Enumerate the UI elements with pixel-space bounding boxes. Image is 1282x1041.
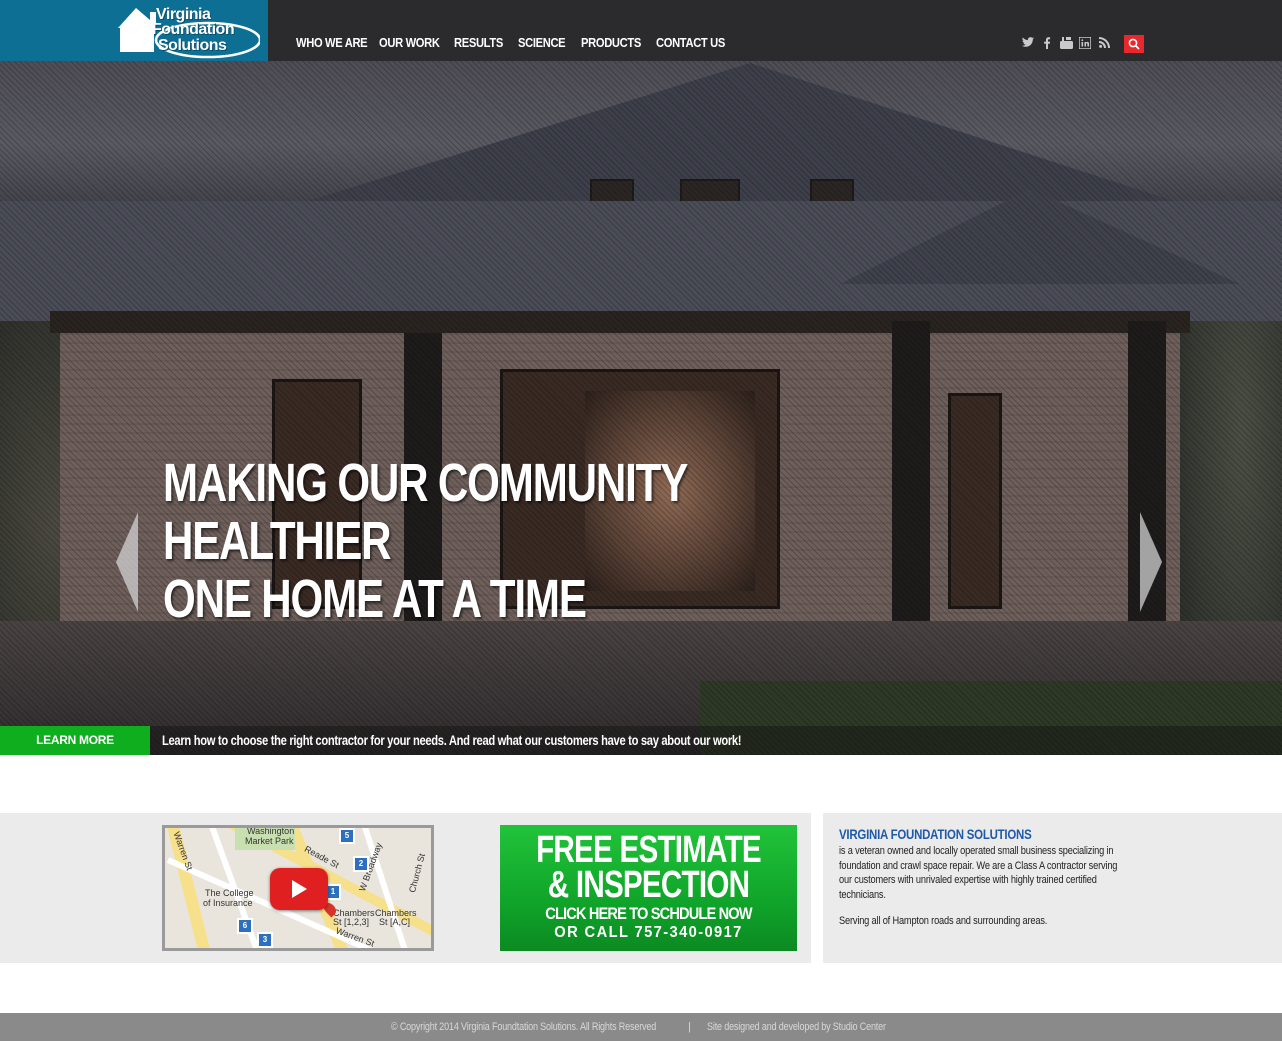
learn-more-button[interactable]: LEARN MORE	[0, 726, 150, 755]
footer-separator: |	[688, 1021, 691, 1033]
about-title: VIRGINIA FOUNDATION SOLUTIONS	[839, 826, 1032, 842]
map-label: of Insurance	[203, 898, 253, 908]
map-pin: 3	[257, 932, 273, 948]
linkedin-icon[interactable]	[1078, 36, 1092, 50]
about-service-area: Serving all of Hampton roads and surroun…	[839, 915, 1048, 927]
slider-prev-arrow[interactable]	[116, 512, 138, 612]
twitter-icon[interactable]	[1022, 37, 1034, 49]
youtube-icon[interactable]	[1060, 37, 1073, 49]
about-description: is a veteran owned and locally operated …	[839, 845, 1118, 901]
site-logo[interactable]: Virginia Foundation Solutions	[0, 0, 268, 61]
estimate-schedule-text: CLICK HERE TO SCHDULE NOW	[545, 904, 752, 923]
hero-headline-line1: MAKING OUR COMMUNITY	[163, 453, 688, 513]
hero-headline: MAKING OUR COMMUNITY HEALTHIER ONE HOME …	[163, 453, 688, 629]
hero-headline-line3: ONE HOME AT A TIME	[163, 569, 587, 629]
nav-contact-us[interactable]: CONTACT US	[656, 35, 725, 50]
rss-icon[interactable]	[1098, 37, 1110, 49]
main-nav: WHO WE ARE OUR WORK RESULTS SCIENCE PROD…	[296, 35, 736, 50]
estimate-phone-text: OR CALL 757-340-0917	[554, 924, 743, 941]
site-footer: © Copyright 2014 Virginia Foundtation So…	[0, 1013, 1282, 1041]
social-links	[1022, 36, 1110, 50]
footer-copyright: © Copyright 2014 Virginia Foundtation So…	[391, 1021, 657, 1033]
search-button[interactable]	[1124, 35, 1144, 53]
map-pin: 6	[237, 918, 253, 934]
slider-next-arrow[interactable]	[1140, 512, 1162, 612]
video-map-thumbnail[interactable]: Washington Market Park Reade St W Broadw…	[162, 825, 434, 951]
nav-our-work[interactable]: OUR WORK	[379, 35, 444, 50]
map-label: The College	[205, 888, 254, 898]
facebook-icon[interactable]	[1041, 37, 1053, 49]
map-label: Market Park	[245, 836, 294, 846]
learn-more-bar: LEARN MORE Learn how to choose the right…	[0, 726, 1282, 755]
map-pin: 5	[339, 828, 355, 844]
footer-credit-link[interactable]: Site designed and developed by Studio Ce…	[707, 1013, 886, 1041]
map-label: Church St	[407, 852, 428, 894]
site-header: Virginia Foundation Solutions WHO WE ARE…	[0, 0, 1282, 61]
map-pin: 2	[353, 856, 369, 872]
logo-text-line3: Solutions	[158, 37, 227, 54]
hero-banner: MAKING OUR COMMUNITY HEALTHIER ONE HOME …	[0, 61, 1282, 755]
hero-texture-overlay	[0, 61, 1282, 755]
free-estimate-button[interactable]: FREE ESTIMATE & INSPECTION CLICK HERE TO…	[500, 825, 797, 951]
nav-results[interactable]: RESULTS	[454, 35, 509, 50]
search-icon	[1128, 38, 1140, 50]
estimate-line2: & INSPECTION	[547, 864, 750, 906]
chevron-left-icon	[116, 512, 138, 612]
nav-who-we-are[interactable]: WHO WE ARE	[296, 35, 368, 50]
map-label: Washington	[247, 826, 295, 836]
youtube-play-icon[interactable]	[270, 868, 328, 910]
hero-headline-line2: HEALTHIER	[163, 511, 392, 571]
map-label: St [A,C]	[379, 917, 411, 927]
nav-science[interactable]: SCIENCE	[518, 35, 572, 50]
learn-more-text[interactable]: Learn how to choose the right contractor…	[162, 726, 742, 755]
nav-products[interactable]: PRODUCTS	[581, 35, 646, 50]
chevron-right-icon	[1140, 512, 1162, 612]
